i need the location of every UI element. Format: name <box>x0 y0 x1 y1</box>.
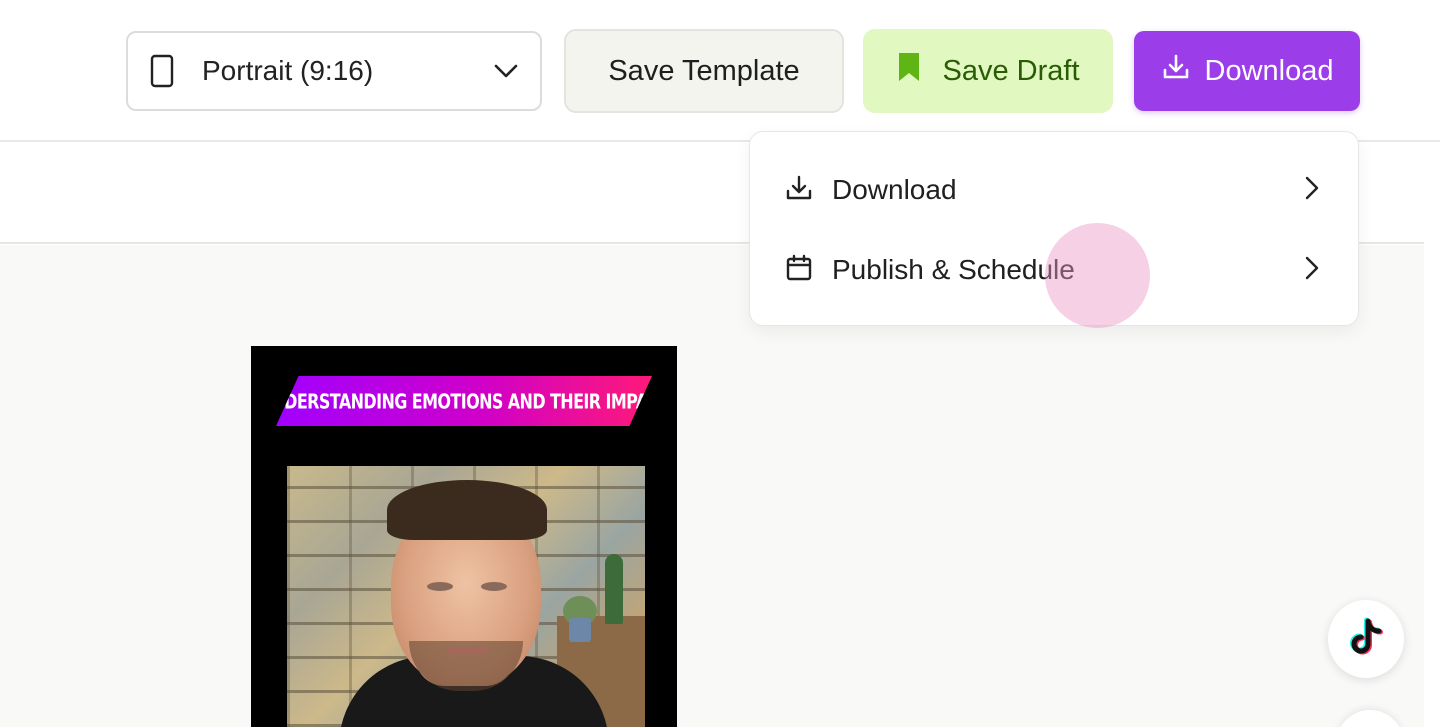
download-button[interactable]: Download <box>1134 31 1360 111</box>
person-eye <box>481 582 507 591</box>
aspect-ratio-select[interactable]: Portrait (9:16) <box>126 31 542 111</box>
plant-pot <box>569 618 591 642</box>
menu-item-publish-schedule[interactable]: Publish & Schedule <box>750 230 1358 310</box>
bookmark-icon <box>897 51 921 91</box>
phone-portrait-icon <box>150 54 174 88</box>
save-template-label: Save Template <box>608 54 800 87</box>
download-label: Download <box>1204 54 1334 87</box>
person-mouth <box>447 648 489 654</box>
menu-item-label: Download <box>832 174 957 205</box>
chevron-right-icon <box>1298 175 1324 206</box>
menu-item-download[interactable]: Download <box>750 150 1358 230</box>
person-eye <box>427 582 453 591</box>
download-dropdown-menu: Download Publish & Schedule <box>749 131 1359 326</box>
save-draft-button[interactable]: Save Draft <box>863 29 1113 113</box>
tiktok-icon <box>1344 615 1388 664</box>
chevron-right-icon <box>1298 255 1324 286</box>
tiktok-button[interactable] <box>1328 600 1404 678</box>
menu-item-label: Publish & Schedule <box>832 254 1075 285</box>
title-banner-text: UNDERSTANDING EMOTIONS AND THEIR IMPACT <box>258 389 670 413</box>
cactus <box>605 554 623 624</box>
person-hair <box>387 480 547 540</box>
aspect-ratio-value: Portrait (9:16) <box>202 55 374 86</box>
calendar-icon <box>784 253 814 288</box>
video-frame <box>287 466 645 727</box>
save-draft-label: Save Draft <box>942 54 1080 87</box>
chevron-down-icon <box>492 57 520 85</box>
download-icon <box>1161 52 1191 90</box>
save-template-button[interactable]: Save Template <box>564 29 844 113</box>
download-icon <box>784 173 814 208</box>
right-rail <box>1424 143 1440 727</box>
title-banner: UNDERSTANDING EMOTIONS AND THEIR IMPACT <box>276 376 652 426</box>
